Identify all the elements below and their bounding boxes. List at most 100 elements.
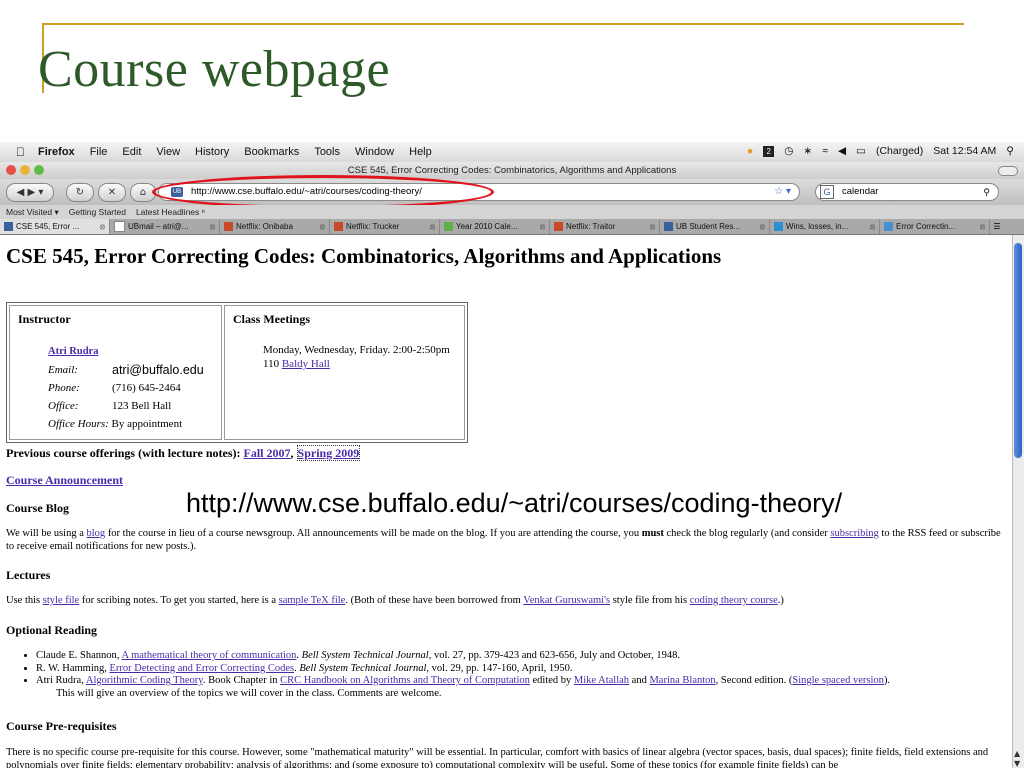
fall-2007-link[interactable]: Fall 2007	[244, 446, 291, 460]
tab-close-icon[interactable]: ⦻	[100, 219, 105, 234]
app-status-icon[interactable]: 2	[763, 145, 775, 157]
bookmark-latest-headlines[interactable]: Latest Headlines ⁿ	[136, 205, 205, 219]
scroll-down-icon[interactable]: ▼	[1014, 759, 1020, 768]
coding-theory-course-link[interactable]: coding theory course	[690, 595, 778, 606]
course-announcement-link[interactable]: Course Announcement	[6, 473, 123, 487]
menu-history[interactable]: History	[195, 146, 229, 158]
tab-cse545[interactable]: CSE 545, Error ... ⦻	[0, 219, 110, 234]
battery-status[interactable]: (Charged)	[876, 145, 923, 157]
search-query[interactable]: calendar	[842, 184, 878, 200]
close-window-icon[interactable]	[6, 165, 16, 175]
menu-bookmarks[interactable]: Bookmarks	[244, 146, 299, 158]
volume-icon[interactable]: ◀	[838, 145, 846, 157]
tab-list-icon[interactable]: ☰	[990, 219, 1004, 234]
course-blog-text: We will be using a blog for the course i…	[6, 528, 1001, 552]
menu-window[interactable]: Window	[355, 146, 394, 158]
reload-button[interactable]: ↻	[66, 183, 94, 202]
tab-close-icon[interactable]: ⦻	[540, 219, 545, 234]
wifi-icon[interactable]: ≈	[822, 145, 828, 157]
email-label: Email:	[48, 364, 78, 376]
sample-tex-link[interactable]: sample TeX file	[279, 595, 346, 606]
tab-close-icon[interactable]: ⦻	[320, 219, 325, 234]
bluetooth-icon[interactable]: ∗	[803, 145, 812, 157]
netflix-favicon-icon	[554, 222, 563, 231]
instructor-title: Instructor	[18, 312, 71, 326]
stop-button[interactable]: ✕	[98, 183, 126, 202]
spotlight-icon[interactable]: ⚲	[1006, 145, 1014, 157]
style-file-link[interactable]: style file	[43, 595, 79, 606]
home-icon: ⌂	[139, 187, 147, 198]
ub-favicon-icon	[664, 222, 673, 231]
scroll-up-icon[interactable]: ▲	[1014, 749, 1020, 758]
bookmark-most-visited[interactable]: Most Visited ▾	[6, 205, 59, 219]
zoom-window-icon[interactable]	[34, 165, 44, 175]
page-favicon-icon	[114, 221, 125, 232]
search-icon[interactable]: ⚲	[983, 184, 990, 200]
tab-label: Netflix: Trucker	[346, 222, 400, 231]
hamming-paper-link[interactable]: Error Detecting and Error Correcting Cod…	[110, 663, 295, 674]
tab-label: Netflix: Traitor	[566, 222, 616, 231]
tab-error-correcting[interactable]: Error Correctin... ⦻	[880, 219, 990, 234]
single-spaced-link[interactable]: Single spaced version	[792, 675, 884, 686]
prerequisites-heading: Course Pre-requisites	[6, 719, 117, 733]
tab-close-icon[interactable]: ⦻	[650, 219, 655, 234]
hours-label: Office Hours:	[48, 418, 109, 430]
tab-year-2010-calendar[interactable]: Year 2010 Cale... ⦻	[440, 219, 550, 234]
previous-offerings-label: Previous course offerings (with lecture …	[6, 446, 244, 460]
venkat-link[interactable]: Venkat Guruswami's	[523, 595, 610, 606]
slide-url-caption: http://www.cse.buffalo.edu/~atri/courses…	[186, 488, 843, 518]
vertical-scrollbar[interactable]: ▲ ▼	[1012, 235, 1024, 768]
menu-help[interactable]: Help	[409, 146, 432, 158]
scrollbar-thumb[interactable]	[1014, 243, 1022, 458]
marina-blanton-link[interactable]: Marina Blanton	[649, 675, 715, 686]
spring-2009-link[interactable]: Spring 2009	[298, 446, 360, 460]
algorithmic-coding-theory-link[interactable]: Algorithmic Coding Theory	[86, 675, 203, 686]
menu-edit[interactable]: Edit	[122, 146, 141, 158]
bookmark-star-icon[interactable]: ☆ ▾	[774, 184, 791, 200]
shannon-paper-link[interactable]: A mathematical theory of communication	[121, 650, 296, 661]
blog-link[interactable]: blog	[87, 528, 106, 539]
minimize-window-icon[interactable]	[20, 165, 30, 175]
google-icon[interactable]: G	[820, 185, 834, 199]
menu-tools[interactable]: Tools	[314, 146, 340, 158]
instructor-cell: Instructor Atri Rudra Email: atri@buffalo…	[9, 305, 222, 440]
back-forward-button[interactable]: ◀ ▶ ▾	[6, 183, 54, 202]
battery-icon[interactable]: ▭	[856, 145, 866, 157]
tab-label: Year 2010 Cale...	[456, 222, 518, 231]
tab-label: Wins, losses, in...	[786, 222, 849, 231]
tab-close-icon[interactable]: ⦻	[210, 219, 215, 234]
menu-file[interactable]: File	[90, 146, 108, 158]
menu-firefox[interactable]: Firefox	[38, 146, 75, 158]
instructor-name-link[interactable]: Atri Rudra	[48, 343, 98, 361]
tab-label: UB Student Res...	[676, 222, 741, 231]
phone-value: (716) 645-2464	[112, 382, 181, 394]
room-number: 110	[263, 358, 282, 370]
subscribing-link[interactable]: subscribing	[830, 528, 878, 539]
crc-handbook-link[interactable]: CRC Handbook on Algorithms and Theory of…	[280, 675, 530, 686]
phone-label: Phone:	[48, 382, 80, 394]
blog-favicon-icon	[774, 222, 783, 231]
tab-close-icon[interactable]: ⦻	[980, 219, 985, 234]
course-heading: CSE 545, Error Correcting Codes: Combina…	[6, 244, 722, 268]
toolbar-toggle-icon[interactable]	[998, 166, 1018, 176]
clock[interactable]: Sat 12:54 AM	[933, 145, 996, 157]
baldy-hall-link[interactable]: Baldy Hall	[282, 358, 330, 370]
bookmark-getting-started[interactable]: Getting Started	[69, 205, 126, 219]
tab-netflix-trucker[interactable]: Netflix: Trucker ⦻	[330, 219, 440, 234]
mike-atallah-link[interactable]: Mike Atallah	[574, 675, 629, 686]
tab-netflix-onibaba[interactable]: Netflix: Onibaba ⦻	[220, 219, 330, 234]
tab-wins-losses[interactable]: Wins, losses, in... ⦻	[770, 219, 880, 234]
tab-close-icon[interactable]: ⦻	[870, 219, 875, 234]
apple-icon[interactable]: 	[16, 145, 25, 159]
tab-close-icon[interactable]: ⦻	[430, 219, 435, 234]
menu-list: Firefox File Edit View History Bookmarks…	[38, 146, 432, 158]
tab-ub-student[interactable]: UB Student Res... ⦻	[660, 219, 770, 234]
url-highlight-ellipse	[152, 175, 494, 209]
tab-ubmail[interactable]: UBmail – atri@... ⦻	[110, 219, 220, 234]
search-box[interactable]: G calendar ⚲	[815, 183, 999, 201]
menu-view[interactable]: View	[156, 146, 180, 158]
moon-icon[interactable]: ●	[747, 145, 753, 157]
tab-netflix-traitor[interactable]: Netflix: Traitor ⦻	[550, 219, 660, 234]
tab-close-icon[interactable]: ⦻	[760, 219, 765, 234]
time-machine-icon[interactable]: ◷	[784, 145, 793, 157]
